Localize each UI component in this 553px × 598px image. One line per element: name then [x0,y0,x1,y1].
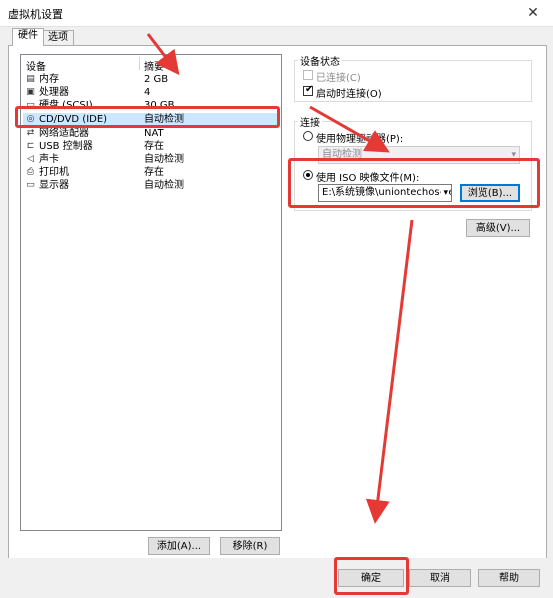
device-summary: 30 GB [144,100,175,111]
connect-on-power-on-label: 启动时连接(O) [316,89,382,100]
cancel-button[interactable]: 取消 [409,569,471,587]
chevron-down-icon: ▾ [441,185,448,201]
device-summary: 4 [144,87,151,98]
usb-icon: ⊏ [26,141,35,151]
close-icon[interactable]: ✕ [518,0,548,26]
device-summary: 存在 [144,141,164,152]
device-name: 内存 [39,74,59,85]
physical-drive-radio[interactable] [303,131,313,141]
browse-button[interactable]: 浏览(B)... [460,184,520,202]
iso-path-combo[interactable]: E:\系统镜像\uniontechos-se ▾ [318,184,452,202]
device-summary: 自动检测 [144,114,184,125]
physical-drive-select[interactable]: 自动检测 ▾ [318,146,520,164]
device-name: 声卡 [39,154,59,165]
cpu-icon: ▣ [26,87,35,97]
device-row-usb[interactable]: ⊏ USB 控制器 存在 [23,140,277,153]
physical-drive-label: 使用物理驱动器(P): [316,134,404,145]
device-list[interactable]: 设备 摘要 ▤ 内存 2 GB ▣ 处理器 4 ▭ 硬盘 (SCSI) 30 G… [20,54,282,531]
connected-label: 已连接(C) [316,73,361,84]
device-summary: 自动检测 [144,154,184,165]
device-row-sound[interactable]: ◁ 声卡 自动检测 [23,153,277,166]
title-bar: 虚拟机设置 ✕ [0,0,553,27]
memory-icon: ▤ [26,74,35,84]
remove-device-button[interactable]: 移除(R) [220,537,280,555]
network-icon: ⇄ [26,128,35,138]
device-summary: 存在 [144,167,164,178]
add-device-button[interactable]: 添加(A)... [148,537,210,555]
iso-label: 使用 ISO 映像文件(M): [316,173,420,184]
device-name: 硬盘 (SCSI) [39,100,93,111]
chevron-down-icon: ▾ [511,150,516,160]
ok-button[interactable]: 确定 [338,569,404,587]
column-separator[interactable] [139,57,140,70]
device-status-title: 设备状态 [298,53,342,68]
cd-icon: ◎ [26,114,35,124]
connection-title: 连接 [298,114,322,129]
iso-path-value: E:\系统镜像\uniontechos-se [322,187,452,198]
device-row-display[interactable]: ▭ 显示器 自动检测 [23,179,277,192]
tab-options[interactable]: 选项 [42,30,74,45]
device-name: 处理器 [39,87,69,98]
device-row-cd-dvd[interactable]: ◎ CD/DVD (IDE) 自动检测 [23,113,277,126]
connect-on-power-on-checkbox[interactable]: ✔ [303,84,314,96]
device-summary: 2 GB [144,74,169,85]
radio-selected-dot [306,173,310,177]
iso-radio[interactable] [303,170,313,180]
disk-icon: ▭ [26,100,35,110]
device-summary: 自动检测 [144,180,184,191]
device-name: 网络适配器 [39,128,89,139]
device-row-network[interactable]: ⇄ 网络适配器 NAT [23,127,277,140]
device-row-hard-disk[interactable]: ▭ 硬盘 (SCSI) 30 GB [23,99,277,112]
display-icon: ▭ [26,180,35,190]
connected-checkbox[interactable] [303,70,313,80]
physical-drive-value: 自动检测 [322,149,362,160]
device-name: 打印机 [39,167,69,178]
help-button[interactable]: 帮助 [478,569,540,587]
advanced-button[interactable]: 高级(V)... [466,219,530,237]
tab-hardware[interactable]: 硬件 [12,28,44,46]
column-header-summary[interactable]: 摘要 [144,58,164,73]
device-row-processor[interactable]: ▣ 处理器 4 [23,86,277,99]
device-row-printer[interactable]: ⎙ 打印机 存在 [23,166,277,179]
window-title: 虚拟机设置 [8,8,63,21]
printer-icon: ⎙ [26,167,35,177]
device-row-memory[interactable]: ▤ 内存 2 GB [23,73,277,86]
device-summary: NAT [144,128,164,139]
column-header-device[interactable]: 设备 [26,58,46,73]
sound-icon: ◁ [27,154,34,164]
device-name: USB 控制器 [39,141,93,152]
device-name: CD/DVD (IDE) [39,114,108,125]
check-icon: ✔ [305,84,314,95]
device-name: 显示器 [39,180,69,191]
